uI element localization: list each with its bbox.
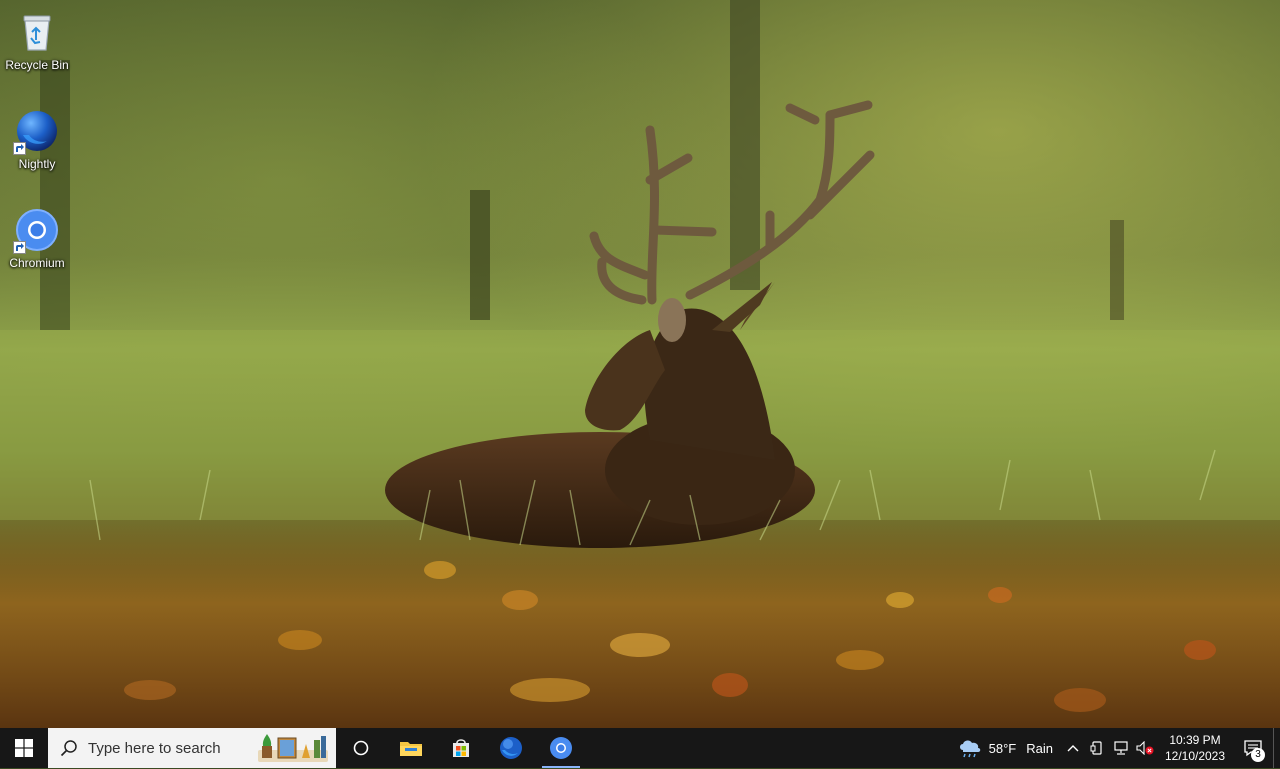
desktop-icon-label: Chromium bbox=[9, 256, 65, 270]
desktop-icon-chromium[interactable]: Chromium bbox=[4, 202, 70, 286]
shortcut-arrow-icon bbox=[13, 241, 26, 254]
tray-volume-button[interactable] bbox=[1133, 728, 1157, 768]
taskbar-microsoft-store[interactable] bbox=[436, 728, 486, 768]
desktop-icon-nightly[interactable]: Nightly bbox=[4, 103, 70, 187]
search-highlight-icon bbox=[258, 732, 328, 764]
action-center-button[interactable]: 3 bbox=[1233, 728, 1273, 768]
taskbar-task-view[interactable] bbox=[336, 728, 386, 768]
start-button[interactable] bbox=[0, 728, 48, 768]
task-view-icon bbox=[353, 740, 369, 756]
taskbar: Type here to search 58°F Rain 10:39 PM 1… bbox=[0, 728, 1280, 768]
device-icon bbox=[1090, 741, 1102, 755]
search-icon bbox=[60, 740, 77, 757]
tray-network-button[interactable] bbox=[1109, 728, 1133, 768]
firefox-nightly-icon bbox=[500, 737, 522, 759]
store-icon bbox=[453, 739, 469, 757]
taskbar-chromium[interactable] bbox=[536, 728, 586, 768]
desktop-icon-recycle-bin[interactable]: Recycle Bin bbox=[4, 4, 70, 88]
shortcut-arrow-icon bbox=[13, 142, 26, 155]
search-box[interactable]: Type here to search bbox=[48, 728, 336, 768]
rain-cloud-icon bbox=[959, 740, 980, 758]
tray-device-button[interactable] bbox=[1085, 728, 1109, 768]
system-tray: 58°F Rain 10:39 PM 12/10/2023 3 bbox=[949, 728, 1280, 768]
firefox-nightly-icon bbox=[13, 109, 59, 155]
weather-condition: Rain bbox=[1026, 740, 1053, 756]
show-hidden-icons-button[interactable] bbox=[1061, 728, 1085, 768]
chevron-up-icon bbox=[1067, 745, 1079, 752]
file-explorer-icon bbox=[400, 742, 422, 756]
chromium-icon bbox=[550, 737, 572, 759]
windows-logo-icon bbox=[15, 739, 33, 757]
taskbar-clock[interactable]: 10:39 PM 12/10/2023 bbox=[1157, 732, 1233, 764]
weather-temp: 58°F bbox=[988, 740, 1017, 756]
taskbar-nightly[interactable] bbox=[486, 728, 536, 768]
network-icon bbox=[1114, 741, 1128, 755]
clock-time: 10:39 PM bbox=[1169, 733, 1221, 747]
desktop-icon-label: Nightly bbox=[18, 157, 56, 171]
chromium-icon bbox=[13, 208, 59, 254]
recycle-bin-icon bbox=[15, 10, 59, 54]
taskbar-file-explorer[interactable] bbox=[386, 728, 436, 768]
desktop-wallpaper bbox=[0, 0, 1280, 728]
notification-count-badge: 3 bbox=[1251, 748, 1265, 762]
clock-date: 12/10/2023 bbox=[1164, 749, 1226, 763]
volume-muted-icon bbox=[1136, 741, 1154, 755]
show-desktop-button[interactable] bbox=[1273, 728, 1280, 768]
weather-widget[interactable]: 58°F Rain bbox=[949, 728, 1061, 768]
desktop-icon-label: Recycle Bin bbox=[5, 58, 69, 72]
